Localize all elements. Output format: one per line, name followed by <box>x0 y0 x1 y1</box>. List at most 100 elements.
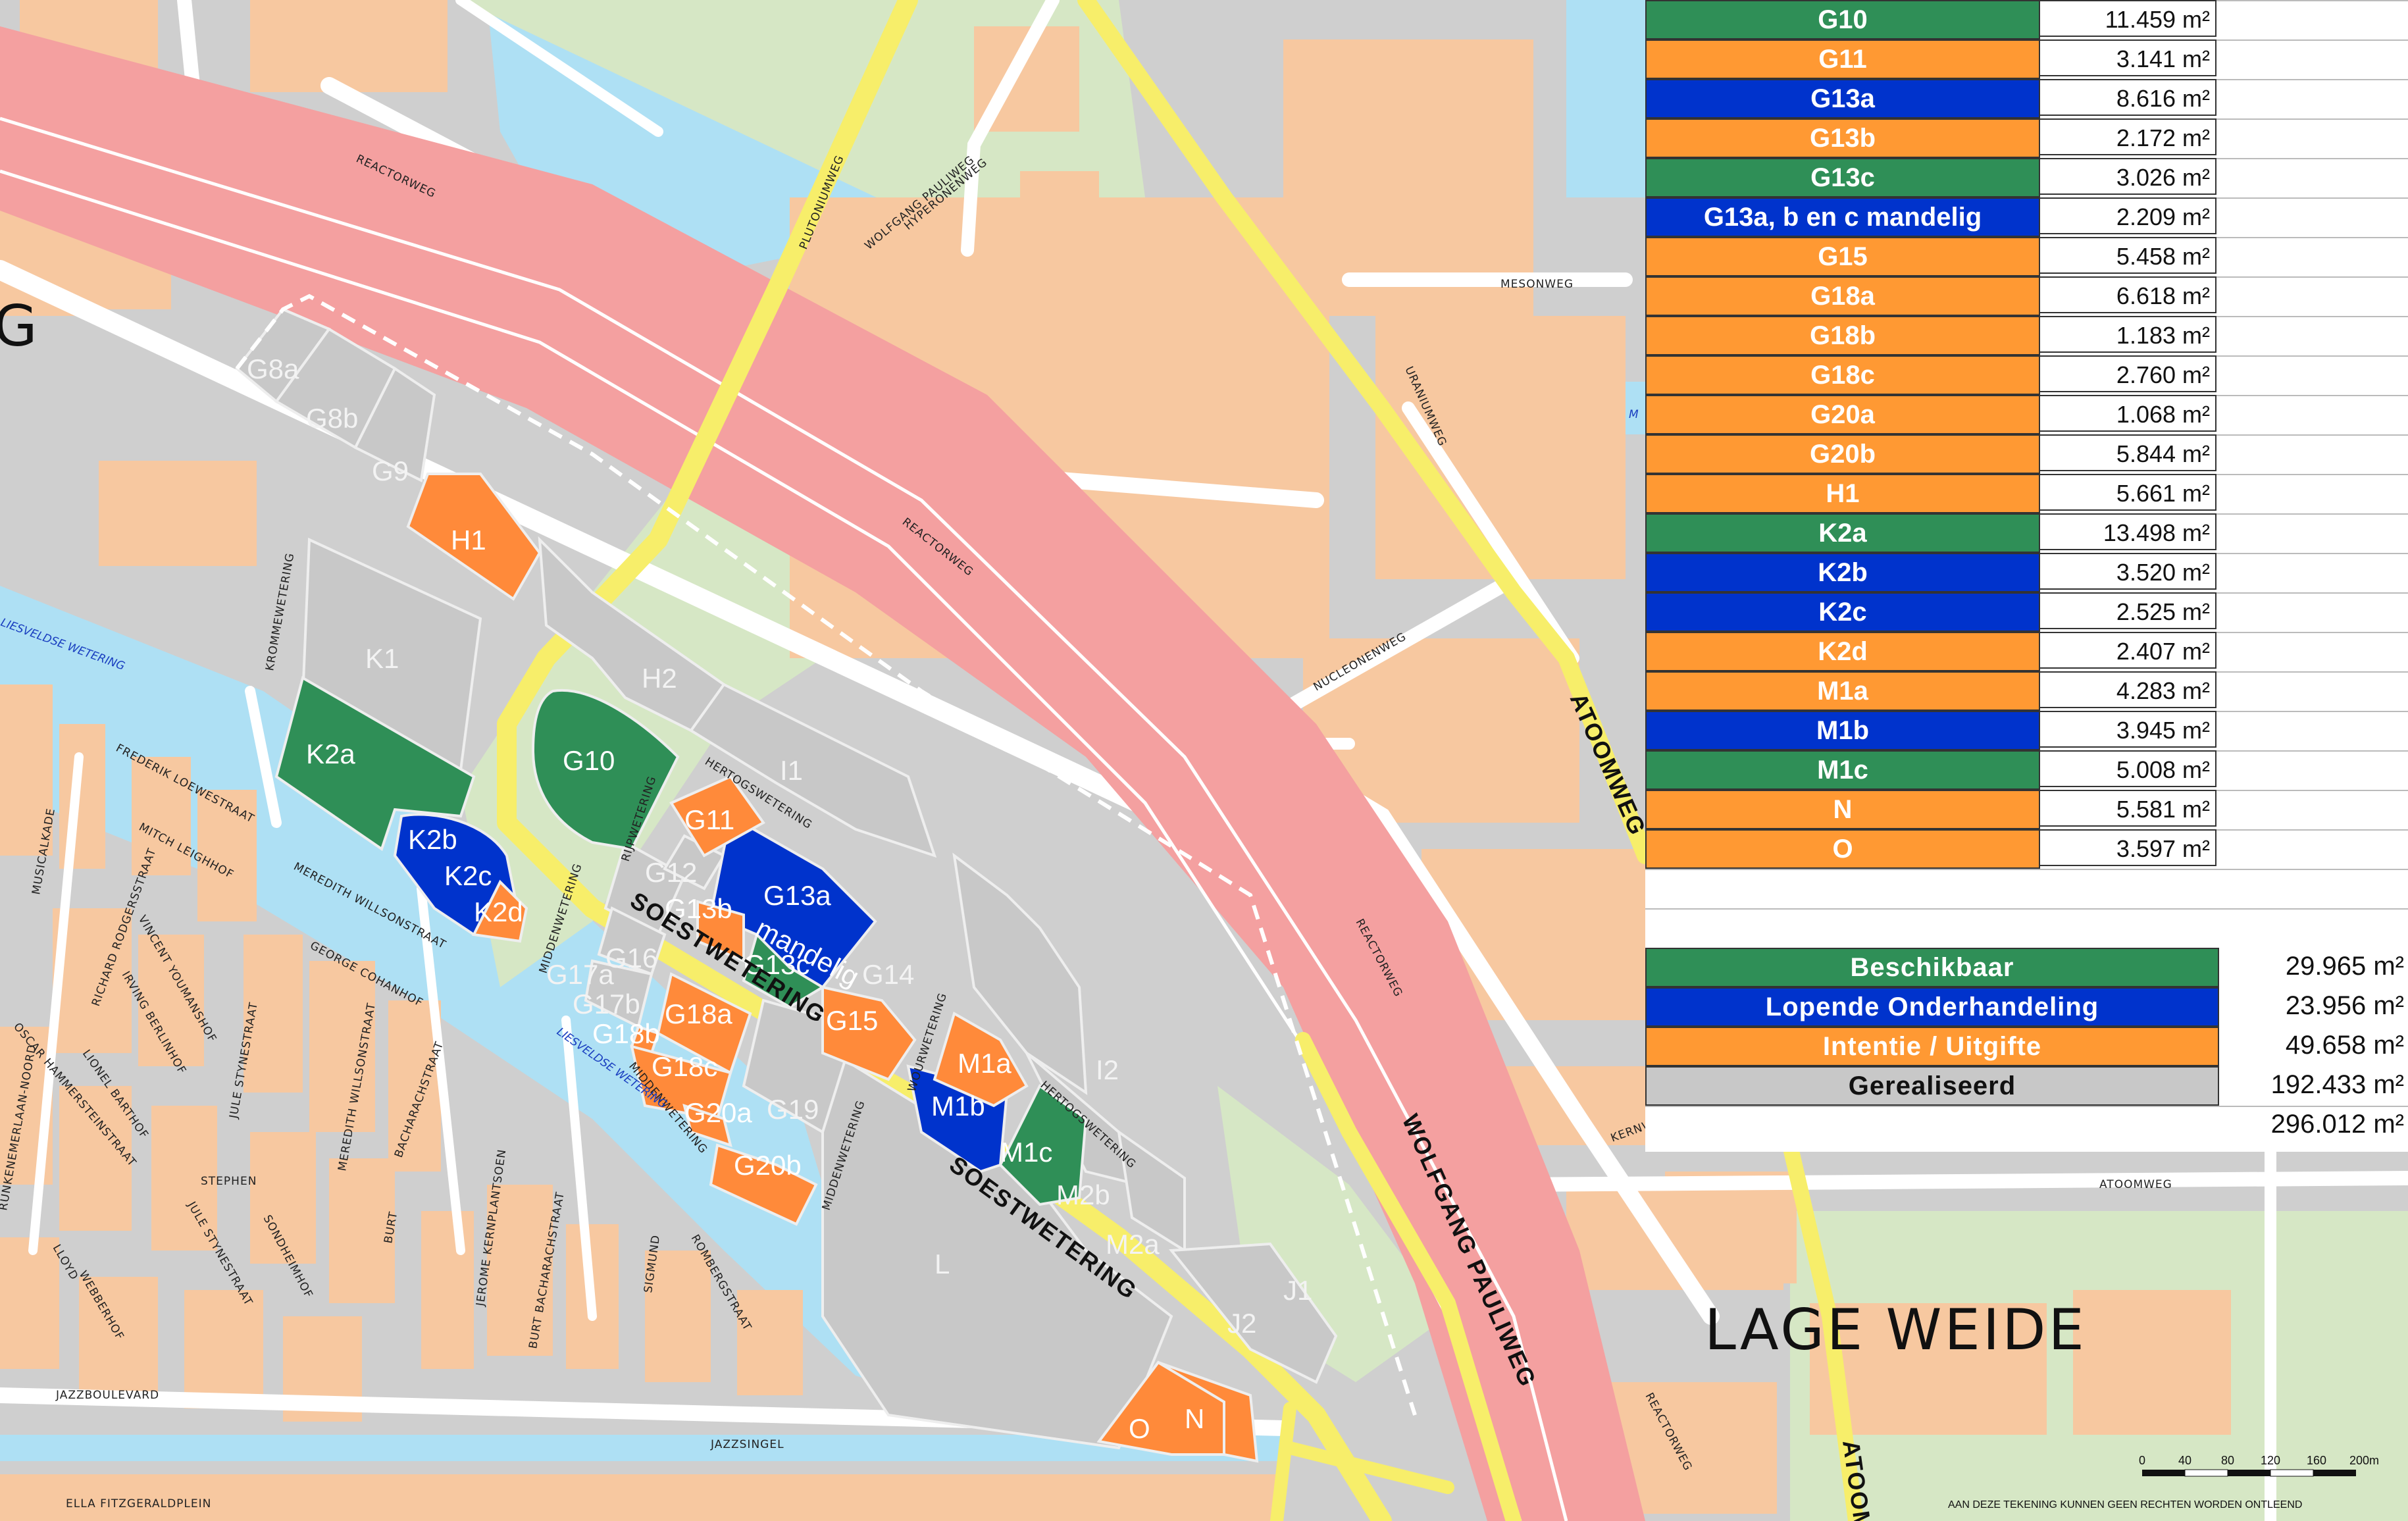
plot-label-G8b: G8b <box>306 403 358 434</box>
plot-label-G20a: G20a <box>684 1097 752 1128</box>
area-label-lage-weide: LAGE WEIDE <box>1704 1297 2087 1363</box>
street-ella-fitzgeraldplein: ELLA FITZGERALDPLEIN <box>66 1497 211 1510</box>
plot-name-cell: K2b <box>1645 553 2040 592</box>
plot-name-cell: G11 <box>1645 39 2040 79</box>
plot-name-cell: M1b <box>1645 711 2040 750</box>
plot-area-cell: 5.458 m² <box>2039 237 2216 274</box>
plot-label-J2: J2 <box>1227 1308 1256 1339</box>
plot-label-G11: G11 <box>684 804 734 835</box>
plot-name-cell: K2d <box>1645 632 2040 671</box>
plot-name-cell: K2a <box>1645 513 2040 553</box>
plot-area-cell: 11.459 m² <box>2039 0 2216 37</box>
plot-area-cell: 3.597 m² <box>2039 829 2216 866</box>
plot-label-G9: G9 <box>372 455 409 486</box>
plot-name-cell: H1 <box>1645 474 2040 513</box>
plot-name-cell: G13a <box>1645 79 2040 118</box>
plot-label-G20b: G20b <box>734 1150 802 1181</box>
plot-area-cell: 3.945 m² <box>2039 711 2216 748</box>
summary-area: 23.956 m² <box>2285 991 2404 1020</box>
plot-name-cell: G13b <box>1645 118 2040 158</box>
plot-area-cell: 2.760 m² <box>2039 355 2216 392</box>
plot-label-K2a: K2a <box>306 738 355 769</box>
plot-label-G19: G19 <box>767 1094 819 1125</box>
plot-area-cell: 8.616 m² <box>2039 79 2216 116</box>
plot-area-cell: 4.283 m² <box>2039 671 2216 708</box>
plot-area-cell: 3.141 m² <box>2039 39 2216 76</box>
plot-label-M2b: M2b <box>1056 1179 1110 1210</box>
plot-area-cell: 13.498 m² <box>2039 513 2216 550</box>
plot-label-J1: J1 <box>1283 1275 1312 1306</box>
scale-segments <box>2142 1469 2356 1477</box>
plot-label-G18c: G18c <box>652 1051 717 1082</box>
street-jazzsingel: JAZZSINGEL <box>710 1438 784 1451</box>
plot-label-G15: G15 <box>826 1005 878 1036</box>
plot-area-cell: 5.581 m² <box>2039 790 2216 827</box>
scale-tick-40: 40 <box>2178 1454 2191 1467</box>
street-jazzboulevard: JAZZBOULEVARD <box>55 1389 159 1402</box>
plot-label-M2a: M2a <box>1106 1229 1160 1260</box>
area-label-partial: G <box>0 294 40 359</box>
plot-label-I2: I2 <box>1096 1054 1119 1085</box>
summary-label: Intentie / Uitgifte <box>1645 1027 2219 1066</box>
scale-tick-120: 120 <box>2261 1454 2280 1467</box>
plot-name-cell: G20a <box>1645 395 2040 434</box>
scale-ticks: 0 40 80 120 160 200m <box>2139 1454 2379 1467</box>
plot-name-cell: G18c <box>1645 355 2040 395</box>
scale-tick-200: 200m <box>2349 1454 2379 1467</box>
plot-area-cell: 1.183 m² <box>2039 316 2216 353</box>
plot-label-K2b: K2b <box>408 824 457 855</box>
plot-name-cell: K2c <box>1645 592 2040 632</box>
street-stephen: STEPHEN <box>201 1175 257 1188</box>
scale-tick-0: 0 <box>2139 1454 2145 1467</box>
plot-area-cell: 2.209 m² <box>2039 197 2216 234</box>
disclaimer-text: AAN DEZE TEKENING KUNNEN GEEN RECHTEN WO… <box>1948 1499 2303 1510</box>
plot-name-cell: O <box>1645 829 2040 869</box>
plot-label-G18a: G18a <box>665 998 732 1029</box>
summary-area: 192.433 m² <box>2270 1070 2404 1099</box>
street-atoomweg-2: ATOOMWEG <box>2099 1178 2172 1191</box>
plot-name-cell: G13c <box>1645 158 2040 197</box>
scale-tick-80: 80 <box>2221 1454 2234 1467</box>
plot-label-G18b: G18b <box>592 1018 660 1049</box>
plot-label-M1a: M1a <box>958 1048 1012 1079</box>
plot-name-cell: G15 <box>1645 237 2040 276</box>
plot-area-cell: 3.026 m² <box>2039 158 2216 195</box>
plot-label-K2c: K2c <box>444 860 492 891</box>
plot-label-M1b: M1b <box>931 1091 985 1121</box>
summary-area: 29.965 m² <box>2285 952 2404 981</box>
plot-label-G8a: G8a <box>247 353 299 384</box>
plot-area-cell: 2.525 m² <box>2039 592 2216 629</box>
plot-label-M1c: M1c <box>1000 1137 1052 1168</box>
plot-label-H2: H2 <box>642 663 677 694</box>
scale-tick-160: 160 <box>2307 1454 2326 1467</box>
street-mesonweg: MESONWEG <box>1500 278 1574 291</box>
plot-name-cell: G18b <box>1645 316 2040 355</box>
plot-label-G10: G10 <box>563 745 615 776</box>
summary-area: 49.658 m² <box>2285 1031 2404 1060</box>
plot-area-cell: 5.844 m² <box>2039 434 2216 471</box>
plot-label-G12: G12 <box>645 857 697 888</box>
plot-name-cell: M1c <box>1645 750 2040 790</box>
summary-label: Lopende Onderhandeling <box>1645 987 2219 1027</box>
plot-name-cell: G13a, b en c mandelig <box>1645 197 2040 237</box>
plot-area-cell: 5.008 m² <box>2039 750 2216 787</box>
summary-label: Beschikbaar <box>1645 948 2219 987</box>
plot-area-cell: 1.068 m² <box>2039 395 2216 432</box>
plot-label-K2d: K2d <box>474 896 523 927</box>
legend-table: G10 11.459 m² G11 3.141 m² G13a 8.616 m² G13b 2… <box>1645 0 2408 1152</box>
plot-name-cell: G18a <box>1645 276 2040 316</box>
plot-label-K1: K1 <box>365 643 399 674</box>
plot-label-L: L <box>935 1249 950 1279</box>
total-area: 296.012 m² <box>2270 1110 2404 1139</box>
plot-area-cell: 3.520 m² <box>2039 553 2216 590</box>
plot-label-O: O <box>1129 1413 1150 1444</box>
plot-label-G17a: G17a <box>546 959 614 990</box>
summary-label: Gerealiseerd <box>1645 1066 2219 1106</box>
plot-label-I1: I1 <box>780 755 803 786</box>
plot-label-G14: G14 <box>862 959 914 990</box>
plot-name-cell: M1a <box>1645 671 2040 711</box>
plot-area-cell: 2.407 m² <box>2039 632 2216 669</box>
plot-area-cell: 6.618 m² <box>2039 276 2216 313</box>
water-label-m: M <box>1629 408 1639 421</box>
scale-bar: 0 40 80 120 160 200m <box>2139 1454 2379 1477</box>
